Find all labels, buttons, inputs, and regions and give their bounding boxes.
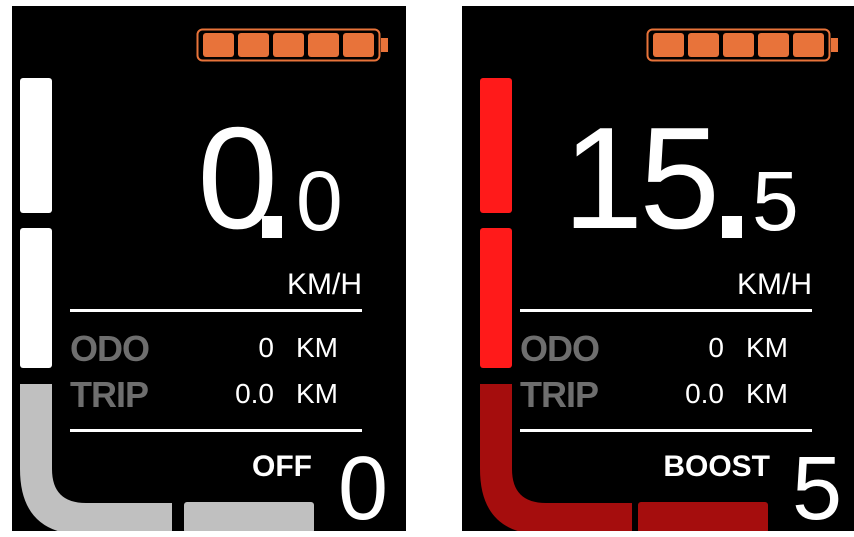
- trip-label: TRIP: [70, 374, 149, 415]
- assist-bar-top: [20, 78, 52, 213]
- divider: [520, 309, 812, 312]
- assist-level-number: 0: [338, 439, 389, 531]
- speed-unit: KM/H: [287, 268, 362, 301]
- speed-integer: 15: [562, 97, 720, 259]
- odo-unit: KM: [746, 332, 788, 363]
- trip-unit: KM: [296, 378, 338, 409]
- odo-label: ODO: [70, 328, 150, 369]
- assist-bar-middle: [20, 228, 52, 368]
- trip-value: 0.0: [235, 378, 274, 409]
- speed-decimal-point: [262, 216, 282, 238]
- assist-bar-bottom: [184, 502, 314, 531]
- divider: [70, 429, 362, 432]
- speed-decimal-point: [722, 216, 742, 238]
- assist-bar-middle: [480, 228, 512, 368]
- trip-unit: KM: [746, 378, 788, 409]
- speed-unit: KM/H: [737, 268, 812, 301]
- display-boost: 15 5 KM/H ODO 0 KM TRIP 0.0 KM BOOST 5: [462, 6, 854, 531]
- display-off: 0 0 KM/H ODO 0 KM TRIP 0.0 KM OFF 0: [12, 6, 406, 531]
- speed-decimal: 0: [296, 154, 343, 248]
- odo-unit: KM: [296, 332, 338, 363]
- trip-label: TRIP: [520, 374, 599, 415]
- divider: [70, 309, 362, 312]
- assist-mode-label: BOOST: [663, 450, 770, 483]
- odo-value: 0: [258, 332, 274, 363]
- assist-bar-top: [480, 78, 512, 213]
- assist-mode-label: OFF: [252, 450, 312, 483]
- speed-decimal: 5: [752, 154, 799, 248]
- assist-level-number: 5: [792, 439, 843, 531]
- assist-bar-bottom: [638, 502, 768, 531]
- odo-label: ODO: [520, 328, 600, 369]
- odo-value: 0: [708, 332, 724, 363]
- divider: [520, 429, 812, 432]
- trip-value: 0.0: [685, 378, 724, 409]
